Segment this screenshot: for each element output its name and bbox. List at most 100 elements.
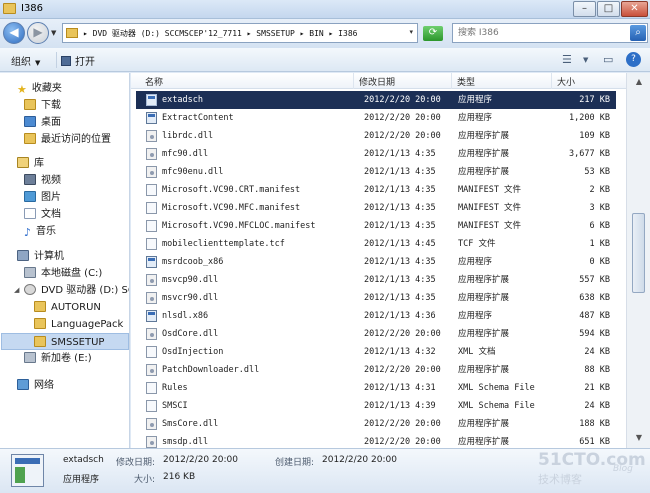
file-name: mobileclienttemplate.tcf (162, 239, 285, 249)
search-input[interactable] (458, 26, 618, 40)
file-icon (146, 202, 157, 214)
table-row[interactable]: nlsdl.x86 2012/1/13 4:36 应用程序 487 KB (136, 307, 616, 325)
table-row[interactable]: ExtractContent 2012/2/20 20:00 应用程序 1,200 K… (136, 109, 616, 127)
table-row[interactable]: smsdp.dll 2012/2/20 20:00 应用程序扩展 651 KB (136, 433, 616, 448)
table-row[interactable]: msrdcoob_x86 2012/1/13 4:35 应用程序 0 KB (136, 253, 616, 271)
details-modified-label: 修改日期: (116, 458, 156, 468)
minimize-button[interactable]: – (573, 1, 596, 17)
nav-folder-languagepack[interactable]: LanguagePack (34, 316, 123, 333)
dll-file-icon (146, 148, 157, 160)
table-row[interactable]: OsdInjection 2012/1/13 4:32 XML 文档 24 KB (136, 343, 616, 361)
file-date-modified: 2012/1/13 4:35 (364, 275, 436, 285)
nav-network[interactable]: 网络 (17, 377, 54, 394)
file-date-modified: 2012/1/13 4:39 (364, 401, 436, 411)
file-size: 1 KB (589, 239, 610, 249)
back-button[interactable]: ◀ (3, 22, 25, 44)
nav-documents[interactable]: 文档 (24, 206, 61, 223)
nav-folder-autorun[interactable]: AUTORUN (34, 299, 101, 316)
file-type: 应用程序扩展 (458, 149, 510, 159)
scroll-down-icon[interactable]: ▼ (632, 431, 646, 445)
file-type: XML Schema File (458, 383, 535, 393)
nav-folder-smssetup[interactable]: SMSSETUP (1, 333, 129, 350)
file-date-modified: 2012/2/20 20:00 (364, 437, 441, 447)
maximize-button[interactable]: □ (597, 1, 620, 17)
nav-computer[interactable]: 计算机 (17, 248, 64, 265)
file-date-modified: 2012/2/20 20:00 (364, 419, 441, 429)
table-row[interactable]: msvcr90.dll 2012/1/13 4:35 应用程序扩展 638 KB (136, 289, 616, 307)
table-row[interactable]: Microsoft.VC90.MFC.manifest 2012/1/13 4:3… (136, 199, 616, 217)
chevron-down-icon[interactable]: ◢ (14, 286, 19, 294)
application-icon (146, 112, 157, 124)
open-button[interactable]: 打开 (61, 53, 95, 68)
vertical-scrollbar[interactable]: ▲ ▼ (626, 73, 650, 448)
nav-favorites[interactable]: ★ 收藏夹 (17, 80, 62, 97)
column-header-date[interactable]: 修改日期 (359, 75, 395, 88)
views-icon[interactable]: ☰ (562, 53, 572, 66)
file-name: nlsdl.x86 (162, 311, 209, 321)
command-bar: 组织 ▼ 打开 ☰ ▼ ▭ ? (0, 48, 650, 72)
nav-recent[interactable]: 最近访问的位置 (24, 131, 111, 148)
file-size: 88 KB (584, 365, 610, 375)
table-row[interactable]: PatchDownloader.dll 2012/2/20 20:00 应用程序扩展… (136, 361, 616, 379)
nav-new-volume[interactable]: 新加卷 (E:) (24, 350, 92, 367)
file-date-modified: 2012/2/20 20:00 (364, 329, 441, 339)
search-icon[interactable]: ⌕ (630, 25, 646, 41)
column-header-row: 名称 修改日期 类型 大小 (131, 73, 626, 89)
music-icon: ♪ (24, 226, 32, 239)
details-modified-value: 2012/2/20 20:00 (163, 455, 238, 465)
nav-local-disk[interactable]: 本地磁盘 (C:) (24, 265, 102, 282)
file-date-modified: 2012/1/13 4:31 (364, 383, 436, 393)
preview-pane-icon[interactable]: ▭ (603, 53, 613, 66)
table-row[interactable]: mfc90.dll 2012/1/13 4:35 应用程序扩展 3,677 KB (136, 145, 616, 163)
scroll-up-icon[interactable]: ▲ (632, 75, 646, 89)
close-button[interactable]: ✕ (621, 1, 648, 17)
nav-music[interactable]: ♪ 音乐 (24, 223, 56, 240)
nav-dvd-drive[interactable]: DVD 驱动器 (D:) SC (24, 282, 129, 299)
table-row[interactable]: SMSCI 2012/1/13 4:39 XML Schema File 24 KB (136, 397, 616, 415)
refresh-button[interactable]: ⟳ (423, 26, 443, 41)
organize-button[interactable]: 组织 ▼ (11, 53, 40, 68)
file-size: 0 KB (589, 257, 610, 267)
application-icon (146, 310, 157, 322)
table-row[interactable]: OsdCore.dll 2012/2/20 20:00 应用程序扩展 594 KB (136, 325, 616, 343)
nav-videos[interactable]: 视频 (24, 172, 61, 189)
column-divider[interactable] (451, 73, 452, 89)
file-icon (146, 400, 157, 412)
file-date-modified: 2012/1/13 4:35 (364, 149, 436, 159)
breadcrumb[interactable]: ▸ DVD 驱动器 (D:) SCCMSCEP'12_7711 ▸ SMSSET… (62, 23, 418, 43)
table-row[interactable]: librdc.dll 2012/2/20 20:00 应用程序扩展 109 KB (136, 127, 616, 145)
table-row[interactable]: Microsoft.VC90.CRT.manifest 2012/1/13 4:3… (136, 181, 616, 199)
column-divider[interactable] (353, 73, 354, 89)
help-icon[interactable]: ? (626, 52, 641, 67)
column-header-type[interactable]: 类型 (457, 75, 475, 88)
file-name: msrdcoob_x86 (162, 257, 224, 267)
address-bar: ◀ ▶ ▼ ▸ DVD 驱动器 (D:) SCCMSCEP'12_7711 ▸ … (0, 19, 650, 48)
table-row[interactable]: mobileclienttemplate.tcf 2012/1/13 4:45 TC… (136, 235, 616, 253)
breadcrumb-path[interactable]: ▸ DVD 驱动器 (D:) SCCMSCEP'12_7711 ▸ SMSSET… (83, 28, 357, 39)
table-row[interactable]: SmsCore.dll 2012/2/20 20:00 应用程序扩展 188 KB (136, 415, 616, 433)
search-box[interactable]: ⌕ (452, 23, 648, 43)
toolbar-divider (56, 52, 57, 68)
file-name: Microsoft.VC90.MFC.manifest (162, 203, 301, 213)
file-type: 应用程序扩展 (458, 365, 510, 375)
nav-libraries[interactable]: 库 (17, 155, 44, 172)
column-header-size[interactable]: 大小 (557, 75, 575, 88)
forward-button[interactable]: ▶ (27, 22, 49, 44)
recent-pages-dropdown[interactable]: ▼ (51, 29, 56, 37)
chevron-down-icon[interactable]: ▾ (409, 28, 413, 36)
table-row[interactable]: msvcp90.dll 2012/1/13 4:35 应用程序扩展 557 KB (136, 271, 616, 289)
scrollbar-thumb[interactable] (632, 213, 645, 293)
nav-desktop[interactable]: 桌面 (24, 114, 61, 131)
table-row[interactable]: Microsoft.VC90.MFCLOC.manifest 2012/1/13 … (136, 217, 616, 235)
file-icon (146, 220, 157, 232)
column-header-name[interactable]: 名称 (145, 75, 163, 88)
table-row[interactable]: extadsch 2012/2/20 20:00 应用程序 217 KB (136, 91, 616, 109)
application-icon (146, 94, 157, 106)
table-row[interactable]: mfc90enu.dll 2012/1/13 4:35 应用程序扩展 53 KB (136, 163, 616, 181)
file-type: 应用程序 (458, 311, 493, 321)
table-row[interactable]: Rules 2012/1/13 4:31 XML Schema File 21 KB (136, 379, 616, 397)
views-dropdown[interactable]: ▼ (583, 56, 588, 64)
nav-pictures[interactable]: 图片 (24, 189, 61, 206)
nav-downloads[interactable]: 下载 (24, 97, 61, 114)
column-divider[interactable] (551, 73, 552, 89)
